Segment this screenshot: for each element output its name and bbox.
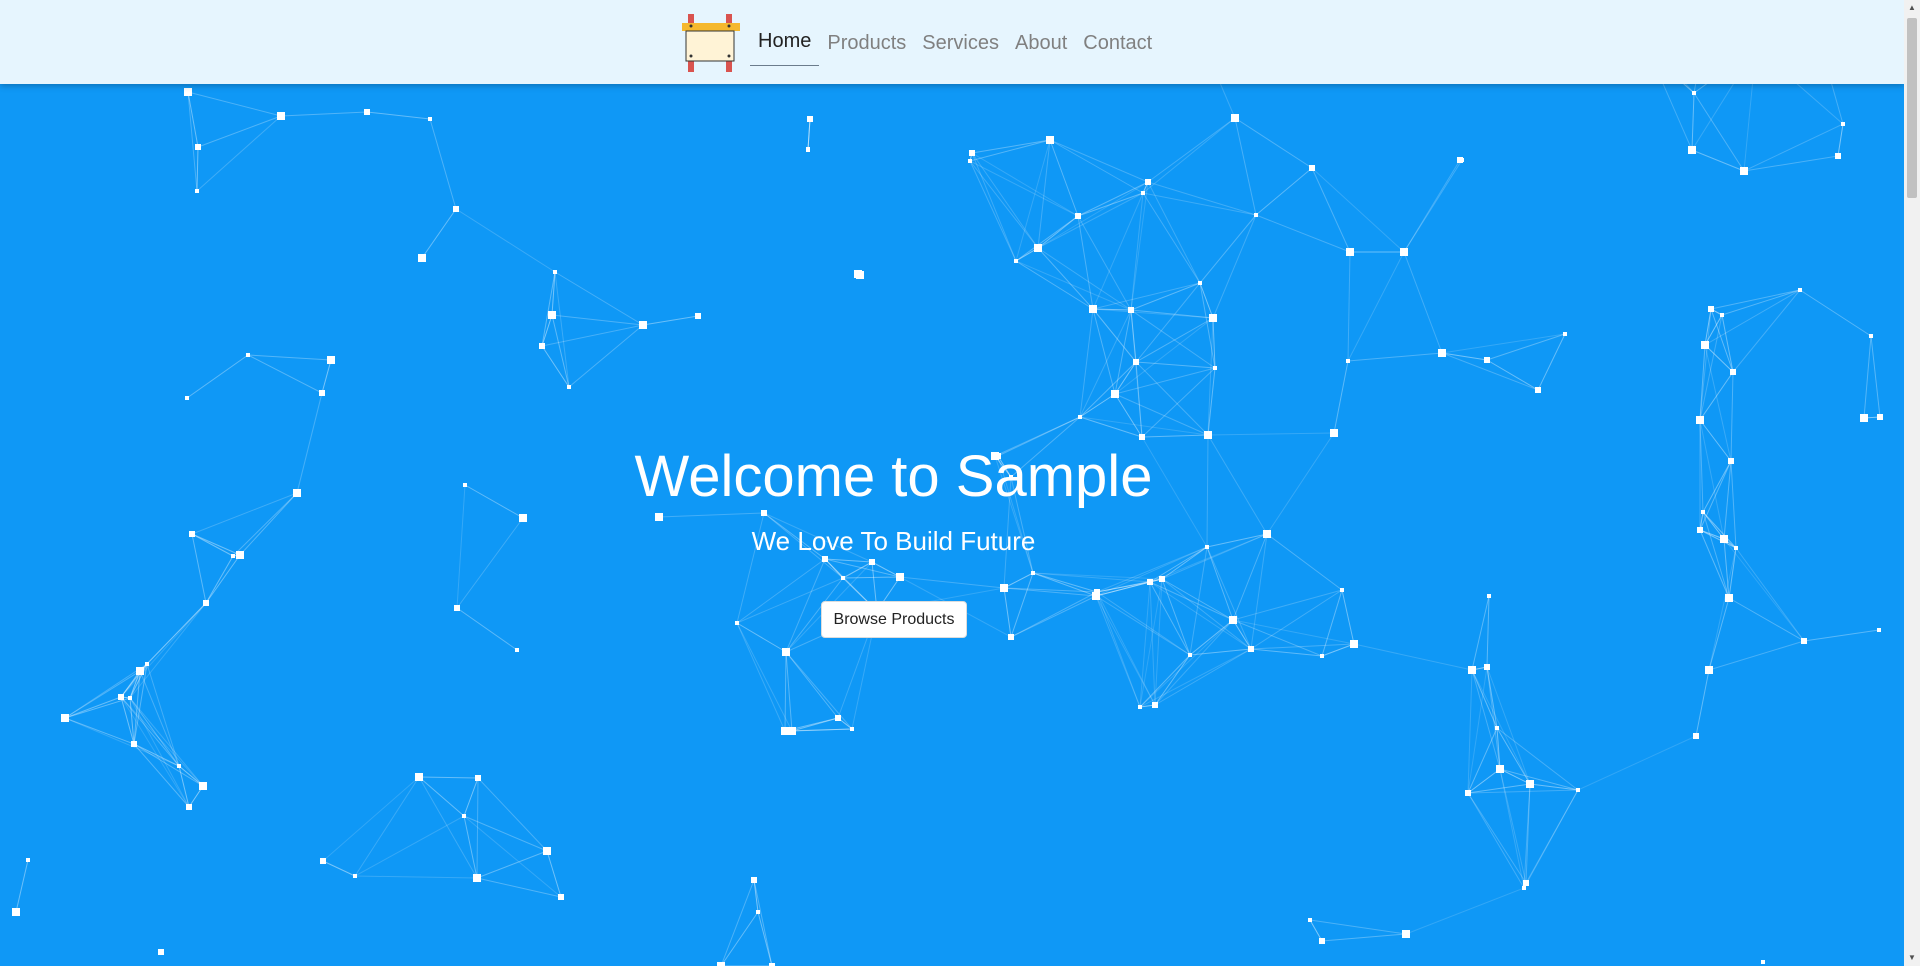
scroll-down-arrow-icon[interactable]: ▼ xyxy=(1904,950,1920,966)
navbar: Home Products Services About Contact xyxy=(0,0,1904,84)
nav-services[interactable]: Services xyxy=(914,22,1007,65)
vertical-scrollbar[interactable]: ▲ ▼ xyxy=(1904,0,1920,966)
nav-home[interactable]: Home xyxy=(750,20,820,66)
scrollbar-thumb[interactable] xyxy=(1907,18,1917,198)
particle-network-background xyxy=(12,0,1883,966)
nav-about[interactable]: About xyxy=(1007,22,1075,65)
nav-products[interactable]: Products xyxy=(819,22,914,65)
scroll-up-arrow-icon[interactable]: ▲ xyxy=(1904,0,1920,16)
signboard-logo-icon[interactable] xyxy=(680,11,742,73)
browse-products-button[interactable]: Browse Products xyxy=(821,601,967,638)
nav-contact[interactable]: Contact xyxy=(1075,22,1160,65)
